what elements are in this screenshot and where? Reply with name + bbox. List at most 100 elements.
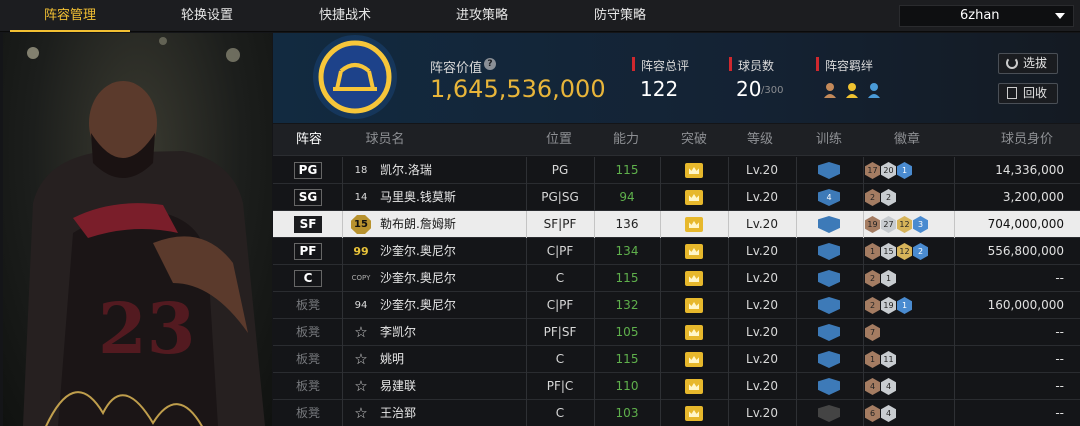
- recycle-button[interactable]: 回收: [998, 83, 1058, 104]
- refresh-icon: [1006, 57, 1018, 69]
- jersey-number: 99: [353, 245, 369, 258]
- training-badge-icon[interactable]: [818, 324, 840, 341]
- tab-lineup[interactable]: 阵容管理: [10, 0, 130, 32]
- bond-icons[interactable]: [822, 80, 892, 100]
- breakthrough-crown-icon[interactable]: [685, 271, 703, 286]
- table-row[interactable]: C COPY 沙奎尔.奥尼尔 C 115 Lv.20 2 1 --: [273, 265, 1080, 292]
- training-badge-icon[interactable]: 4: [818, 189, 840, 206]
- badge-list[interactable]: 44: [865, 378, 896, 395]
- training-badge-icon[interactable]: [818, 270, 840, 287]
- breakthrough-crown-icon[interactable]: [685, 190, 703, 205]
- player-name[interactable]: 沙奎尔.奥尼尔: [380, 238, 456, 265]
- player-position: C|PF: [546, 298, 574, 312]
- player-name[interactable]: 沙奎尔.奥尼尔: [380, 292, 456, 319]
- badge-list[interactable]: 19 27 12 3: [865, 216, 928, 233]
- column-divider: [342, 400, 343, 426]
- badge-icon: 4: [865, 378, 880, 395]
- slot-badge: PG: [294, 162, 322, 179]
- breakthrough-crown-icon[interactable]: [685, 217, 703, 232]
- badge-list[interactable]: 2 19 1: [865, 297, 912, 314]
- tab-rotation[interactable]: 轮换设置: [147, 0, 267, 32]
- breakthrough-crown-icon[interactable]: [685, 379, 703, 394]
- player-name[interactable]: 勒布朗.詹姆斯: [380, 211, 456, 238]
- server-select[interactable]: 6zhan: [899, 5, 1074, 27]
- player-name[interactable]: 李凯尔: [380, 319, 416, 346]
- table-row[interactable]: SG 14 马里奥.钱莫斯 PG|SG 94 Lv.20 4 2 2 3,200,000: [273, 184, 1080, 211]
- badge-icon: 19: [865, 216, 880, 233]
- player-count-max: /300: [761, 85, 784, 96]
- training-badge-icon[interactable]: [818, 405, 840, 422]
- column-divider: [954, 373, 955, 400]
- training-badge-icon[interactable]: [818, 351, 840, 368]
- column-divider: [954, 319, 955, 346]
- bench-label: 板凳: [295, 325, 320, 339]
- player-value: 14,336,000: [995, 163, 1064, 177]
- badge-list[interactable]: 22: [865, 189, 896, 206]
- breakthrough-crown-icon[interactable]: [685, 298, 703, 313]
- table-row[interactable]: 板凳 94 沙奎尔.奥尼尔 C|PF 132 Lv.20 2 19 1 160,000,000: [273, 292, 1080, 319]
- col-lineup: 阵容: [295, 132, 322, 147]
- badge-list[interactable]: 21: [865, 270, 896, 287]
- select-button-label: 选拔: [1023, 56, 1048, 70]
- jersey-number: ☆: [354, 404, 368, 422]
- lineup-summary: 阵容价值 ? 1,645,536,000 阵容总评 122 球员数 20 /30…: [273, 33, 1080, 123]
- column-divider: [660, 292, 661, 319]
- badge-icon: 12: [897, 243, 912, 260]
- column-divider: [863, 346, 864, 373]
- column-divider: [863, 238, 864, 265]
- column-divider: [954, 238, 955, 265]
- training-badge-icon[interactable]: [818, 162, 840, 179]
- breakthrough-crown-icon[interactable]: [685, 406, 703, 421]
- badge-list[interactable]: 1 11: [865, 351, 896, 368]
- badge-icon: 2: [865, 297, 880, 314]
- top-nav: 阵容管理 轮换设置 快捷战术 进攻策略 防守策略 6zhan: [0, 0, 1080, 32]
- player-position: PF|C: [546, 379, 574, 393]
- table-row[interactable]: PG 18 凯尔.洛瑞 PG 115 Lv.20 17 20 1 14,336,000: [273, 157, 1080, 184]
- player-ability: 134: [615, 244, 639, 258]
- table-row[interactable]: 板凳 ☆ 王治郅 C 103 Lv.20 6 4 --: [273, 400, 1080, 426]
- tab-tactics[interactable]: 快捷战术: [285, 0, 405, 32]
- column-divider: [863, 184, 864, 211]
- player-name[interactable]: 马里奥.钱莫斯: [380, 184, 456, 211]
- slot-badge: C: [294, 270, 322, 287]
- player-value: 3,200,000: [1002, 190, 1064, 204]
- column-divider: [342, 238, 343, 265]
- help-icon[interactable]: ?: [484, 58, 496, 70]
- player-name[interactable]: 凯尔.洛瑞: [380, 157, 432, 184]
- table-row[interactable]: 板凳 ☆ 李凯尔 PF|SF 105 Lv.20 7 --: [273, 319, 1080, 346]
- breakthrough-crown-icon[interactable]: [685, 163, 703, 178]
- player-name[interactable]: 易建联: [380, 373, 416, 400]
- player-name[interactable]: 姚明: [380, 346, 404, 373]
- badge-list[interactable]: 17 20 1: [865, 162, 912, 179]
- column-divider: [660, 400, 661, 426]
- player-ability: 115: [615, 352, 639, 366]
- player-name[interactable]: 王治郅: [380, 400, 416, 426]
- player-position: C: [555, 271, 565, 285]
- column-divider: [954, 184, 955, 211]
- training-badge-icon[interactable]: [818, 297, 840, 314]
- column-divider: [863, 319, 864, 346]
- badge-icon: 12: [897, 216, 912, 233]
- column-divider: [796, 211, 797, 238]
- table-row[interactable]: SF 15 勒布朗.詹姆斯 SF|PF 136 Lv.20 19 27 12 3 704,000,0…: [273, 211, 1080, 238]
- table-row[interactable]: 板凳 ☆ 姚明 C 115 Lv.20 1 11 --: [273, 346, 1080, 373]
- training-badge-icon[interactable]: [818, 378, 840, 395]
- tab-offense[interactable]: 进攻策略: [422, 0, 542, 32]
- badge-list[interactable]: 1 15 12 2: [865, 243, 928, 260]
- breakthrough-crown-icon[interactable]: [685, 325, 703, 340]
- badge-icon: 11: [881, 351, 896, 368]
- training-badge-icon[interactable]: [818, 216, 840, 233]
- jersey-number: COPY: [351, 274, 371, 282]
- col-training: 训练: [815, 132, 842, 147]
- breakthrough-crown-icon[interactable]: [685, 352, 703, 367]
- player-name[interactable]: 沙奎尔.奥尼尔: [380, 265, 456, 292]
- table-row[interactable]: 板凳 ☆ 易建联 PF|C 110 Lv.20 4 4 --: [273, 373, 1080, 400]
- tab-defense[interactable]: 防守策略: [560, 0, 680, 32]
- breakthrough-crown-icon[interactable]: [685, 244, 703, 259]
- training-badge-icon[interactable]: [818, 243, 840, 260]
- badge-list[interactable]: 64: [865, 405, 896, 422]
- badge-list[interactable]: 7: [865, 324, 880, 341]
- badge-icon: 7: [865, 324, 880, 341]
- select-button[interactable]: 选拔: [998, 53, 1058, 74]
- table-row[interactable]: PF 99 沙奎尔.奥尼尔 C|PF 134 Lv.20 1 15 12 2 556,800,000: [273, 238, 1080, 265]
